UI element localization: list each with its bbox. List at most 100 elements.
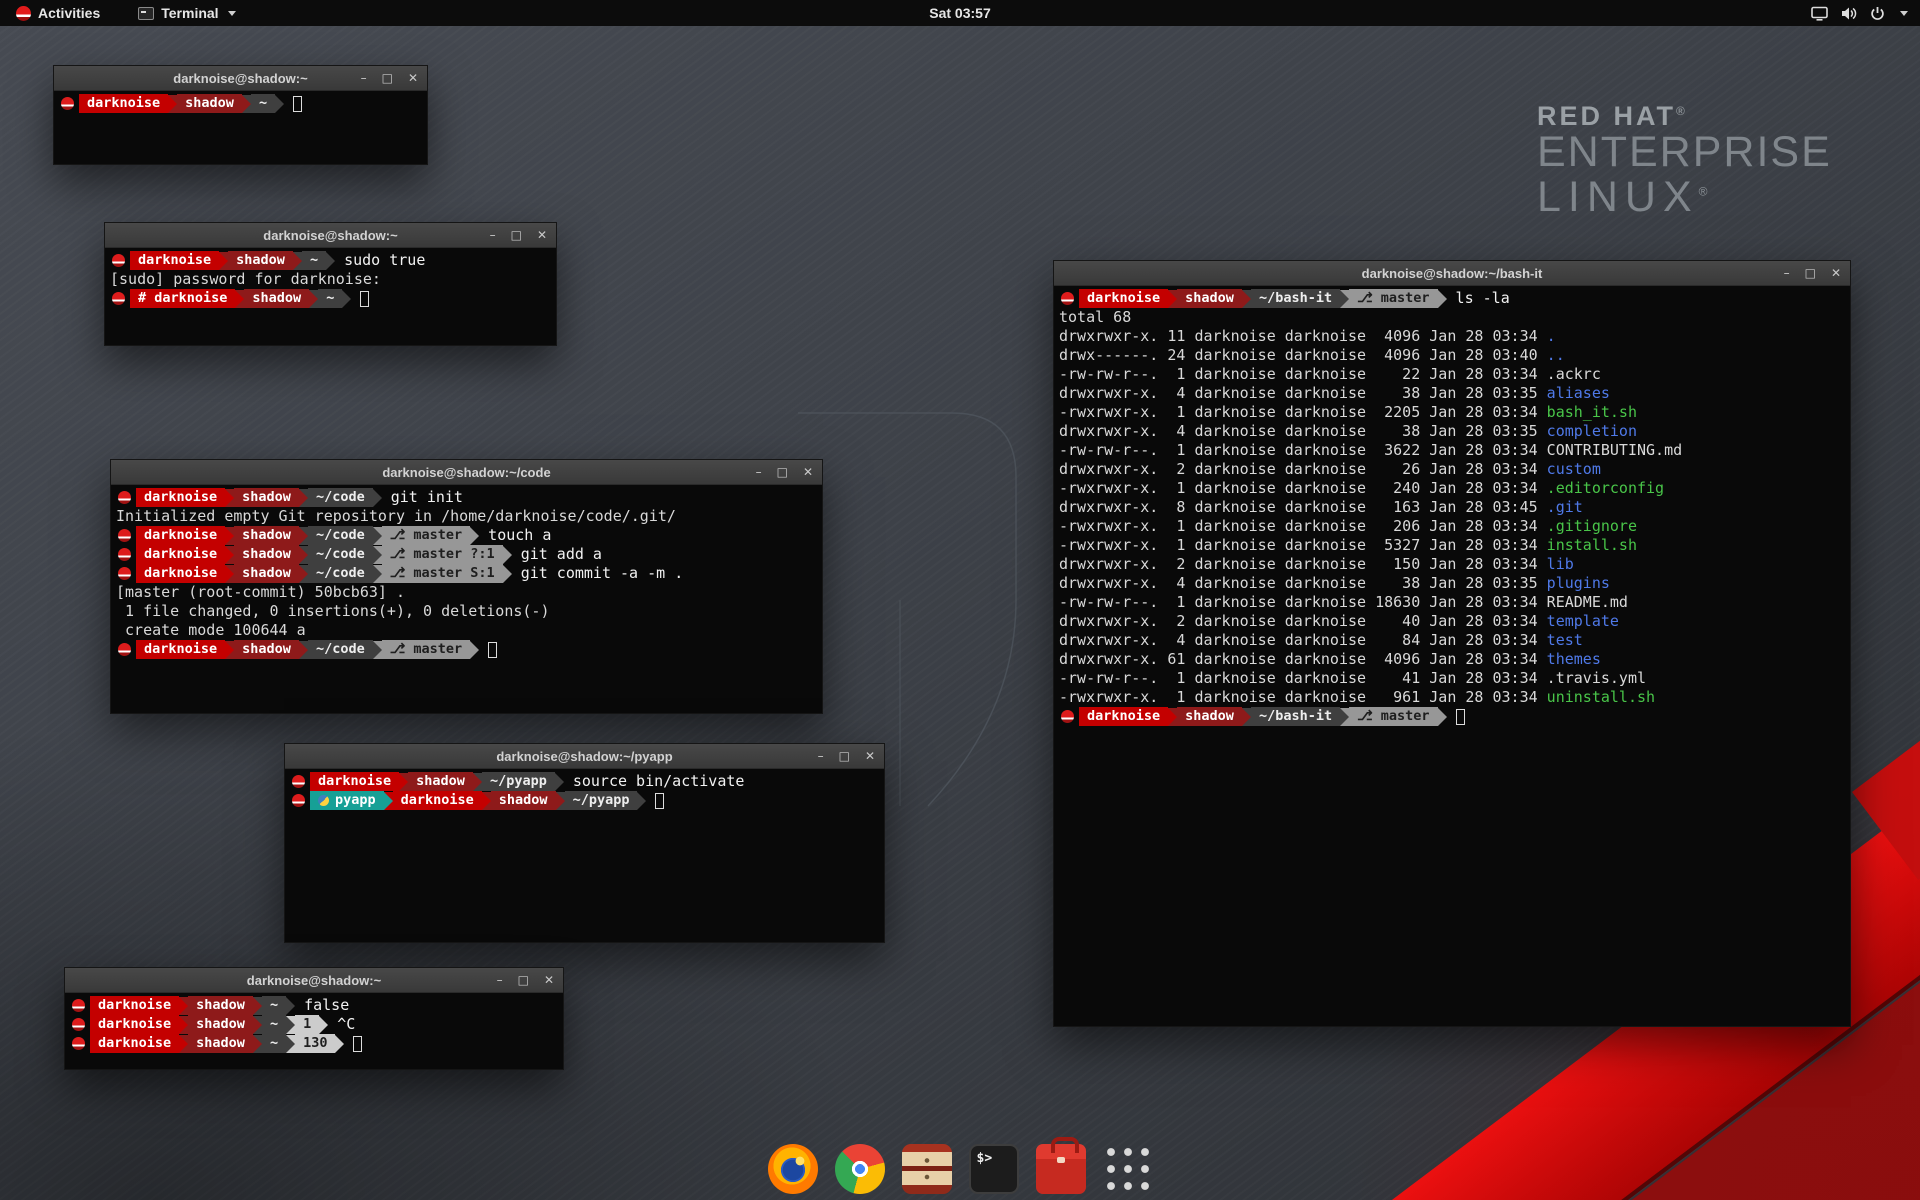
close-button[interactable]: ✕: [537, 223, 547, 248]
prompt-segment-path: ~: [262, 1015, 286, 1034]
app-grid-icon[interactable]: [1103, 1144, 1153, 1194]
title-bar[interactable]: darknoise@shadow:~ – □ ✕: [54, 66, 427, 91]
system-status-area[interactable]: [1811, 6, 1920, 21]
prompt-line: darknoiseshadow~130: [70, 1034, 563, 1053]
prompt-segment-path: ~/code: [308, 488, 373, 507]
output-text: -rwxrwxr-x. 1 darknoise darknoise 240 Ja…: [1059, 479, 1547, 498]
file-name: uninstall.sh: [1547, 688, 1655, 707]
terminal-content[interactable]: darknoiseshadow~sudo true[sudo] password…: [105, 248, 556, 345]
prompt-line: darknoiseshadow~/pyappsource bin/activat…: [290, 772, 884, 791]
title-bar[interactable]: darknoise@shadow:~ – □ ✕: [105, 223, 556, 248]
prompt-segment-user: darknoise: [393, 791, 482, 810]
prompt-segment-user: darknoise: [136, 640, 225, 659]
title-bar[interactable]: darknoise@shadow:~ – □ ✕: [65, 968, 563, 993]
file-cabinet-icon[interactable]: [902, 1144, 952, 1194]
redhat-prompt-icon: [112, 254, 125, 267]
chrome-icon[interactable]: [835, 1144, 885, 1194]
rhel-logo: RED HAT® ENTERPRISE LINUX®: [1537, 102, 1832, 220]
maximize-button[interactable]: □: [839, 744, 850, 769]
terminal-content[interactable]: darknoiseshadow~/codegit initInitialized…: [111, 485, 822, 713]
close-button[interactable]: ✕: [408, 66, 418, 91]
firefox-icon[interactable]: [768, 1144, 818, 1194]
terminal-window-bash-it: darknoise@shadow:~/bash-it – □ ✕ darknoi…: [1053, 260, 1851, 1027]
terminal-content[interactable]: darknoiseshadow~/bash-it⎇ masterls -lato…: [1054, 286, 1850, 1026]
chevron-down-icon: [228, 11, 236, 16]
output-line: total 68: [1059, 308, 1850, 327]
output-text: -rw-rw-r--. 1 darknoise darknoise 3622 J…: [1059, 441, 1547, 460]
powerline-arrow-icon: [275, 95, 284, 113]
close-button[interactable]: ✕: [865, 744, 875, 769]
app-menu-label: Terminal: [161, 5, 218, 21]
file-name: .gitignore: [1547, 517, 1637, 536]
file-name: bash_it.sh: [1547, 403, 1637, 422]
minimize-button[interactable]: –: [490, 223, 496, 248]
prompt-line: pyappdarknoiseshadow~/pyapp: [290, 791, 884, 810]
output-line: drwxrwxr-x. 11 darknoise darknoise 4096 …: [1059, 327, 1850, 346]
top-bar: Activities Terminal Sat 03:57: [0, 0, 1920, 26]
minimize-button[interactable]: –: [1784, 261, 1790, 286]
powerline-arrow-icon: [286, 1016, 295, 1034]
maximize-button[interactable]: □: [382, 66, 393, 91]
output-line: drwxrwxr-x. 2 darknoise darknoise 150 Ja…: [1059, 555, 1850, 574]
terminal-content[interactable]: darknoiseshadow~/pyappsource bin/activat…: [285, 769, 884, 942]
terminal-content[interactable]: darknoiseshadow~falsedarknoiseshadow~1^C…: [65, 993, 563, 1069]
powerline-arrow-icon: [1438, 708, 1447, 726]
prompt-line: darknoiseshadow~/codegit init: [116, 488, 822, 507]
terminal-window-code: darknoise@shadow:~/code – □ ✕ darknoises…: [110, 459, 823, 714]
output-text: drwxrwxr-x. 2 darknoise darknoise 150 Ja…: [1059, 555, 1547, 574]
prompt-line: darknoiseshadow~/bash-it⎇ master: [1059, 707, 1850, 726]
app-menu-terminal[interactable]: Terminal: [132, 0, 241, 26]
file-name: ..: [1547, 346, 1565, 365]
minimize-button[interactable]: –: [756, 460, 762, 485]
powerline-arrow-icon: [225, 527, 234, 545]
output-line: -rwxrwxr-x. 1 darknoise darknoise 206 Ja…: [1059, 517, 1850, 536]
prompt-segment-exit: 130: [295, 1034, 335, 1053]
output-line: [sudo] password for darknoise:: [110, 270, 556, 289]
prompt-segment-path: ~/pyapp: [565, 791, 638, 810]
output-line: -rwxrwxr-x. 1 darknoise darknoise 5327 J…: [1059, 536, 1850, 555]
close-button[interactable]: ✕: [803, 460, 813, 485]
title-bar[interactable]: darknoise@shadow:~/code – □ ✕: [111, 460, 822, 485]
redhat-prompt-icon: [112, 292, 125, 305]
powerline-arrow-icon: [384, 792, 393, 810]
maximize-button[interactable]: □: [777, 460, 788, 485]
powerline-arrow-icon: [637, 792, 646, 810]
prompt-segment-user: # darknoise: [130, 289, 235, 308]
output-text: total 68: [1059, 308, 1131, 327]
file-name: install.sh: [1547, 536, 1637, 555]
close-button[interactable]: ✕: [1831, 261, 1841, 286]
clock[interactable]: Sat 03:57: [929, 5, 990, 21]
minimize-button[interactable]: –: [497, 968, 503, 993]
prompt-segment-path: ~: [318, 289, 342, 308]
terminal-launcher-icon[interactable]: $>: [969, 1144, 1019, 1194]
maximize-button[interactable]: □: [511, 223, 522, 248]
output-line: drwxrwxr-x. 4 darknoise darknoise 38 Jan…: [1059, 384, 1850, 403]
toolbox-icon[interactable]: [1036, 1144, 1086, 1194]
output-line: create mode 100644 a: [116, 621, 822, 640]
powerline-arrow-icon: [1340, 290, 1349, 308]
prompt-segment-user: darknoise: [310, 772, 399, 791]
activities-button[interactable]: Activities: [10, 0, 106, 26]
close-button[interactable]: ✕: [544, 968, 554, 993]
title-bar[interactable]: darknoise@shadow:~/pyapp – □ ✕: [285, 744, 884, 769]
powerline-arrow-icon: [470, 641, 479, 659]
terminal-window-home-small: darknoise@shadow:~ – □ ✕ darknoiseshadow…: [53, 65, 428, 165]
maximize-button[interactable]: □: [1805, 261, 1816, 286]
prompt-segment-path: ~/code: [308, 640, 373, 659]
terminal-content[interactable]: darknoiseshadow~: [54, 91, 427, 164]
powerline-arrow-icon: [373, 489, 382, 507]
title-bar[interactable]: darknoise@shadow:~/bash-it – □ ✕: [1054, 261, 1850, 286]
minimize-button[interactable]: –: [361, 66, 367, 91]
power-icon: [1870, 6, 1885, 21]
prompt-segment-user: darknoise: [136, 488, 225, 507]
output-text: -rw-rw-r--. 1 darknoise darknoise 41 Jan…: [1059, 669, 1547, 688]
prompt-segment-path: ~: [251, 94, 275, 113]
minimize-button[interactable]: –: [818, 744, 824, 769]
output-text: [master (root-commit) 50bcb63] .: [116, 583, 405, 602]
command-text: false: [304, 996, 349, 1015]
powerline-arrow-icon: [473, 773, 482, 791]
prompt-line: # darknoiseshadow~: [110, 289, 556, 308]
powerline-arrow-icon: [225, 565, 234, 583]
maximize-button[interactable]: □: [518, 968, 529, 993]
redhat-prompt-icon: [118, 643, 131, 656]
